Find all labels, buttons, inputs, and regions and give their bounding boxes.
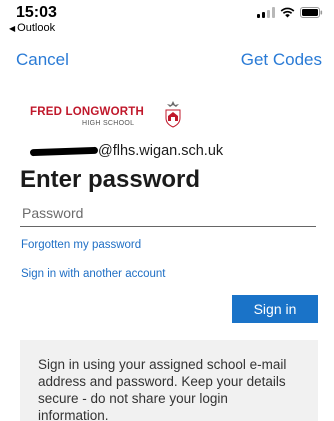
sign-in-button[interactable]: Sign in — [232, 295, 318, 323]
page-title: Enter password — [20, 166, 201, 193]
info-text: Sign in using your assigned school e-mai… — [38, 357, 287, 421]
status-icons — [257, 7, 323, 18]
password-input[interactable] — [20, 200, 316, 227]
logo-name: FRED LONGWORTH — [30, 106, 144, 118]
status-bar: 15:03 ◀ Outlook — [0, 0, 334, 38]
back-app-label: Outlook — [17, 22, 56, 34]
other-account-link[interactable]: Sign in with another account — [21, 268, 165, 280]
cellular-signal-icon — [257, 7, 275, 18]
back-triangle-icon: ◀ — [9, 24, 16, 33]
info-panel: Sign in using your assigned school e-mai… — [20, 340, 318, 421]
status-time: 15:03 — [16, 4, 57, 21]
account-email: @flhs.wigan.sch.uk — [29, 142, 224, 160]
school-logo: FRED LONGWORTH HIGH SCHOOL — [30, 98, 190, 132]
cancel-button[interactable]: Cancel — [16, 50, 69, 70]
email-domain: @flhs.wigan.sch.uk — [98, 143, 224, 159]
wifi-icon — [280, 7, 295, 18]
back-to-app-link[interactable]: ◀ Outlook — [9, 22, 55, 34]
redacted-username — [29, 146, 99, 156]
school-crest-icon — [165, 101, 181, 128]
logo-subtitle: HIGH SCHOOL — [82, 120, 135, 127]
forgot-password-link[interactable]: Forgotten my password — [21, 239, 141, 251]
nav-bar: Cancel Get Codes — [0, 40, 334, 76]
get-codes-button[interactable]: Get Codes — [241, 50, 322, 70]
battery-icon — [300, 7, 323, 18]
